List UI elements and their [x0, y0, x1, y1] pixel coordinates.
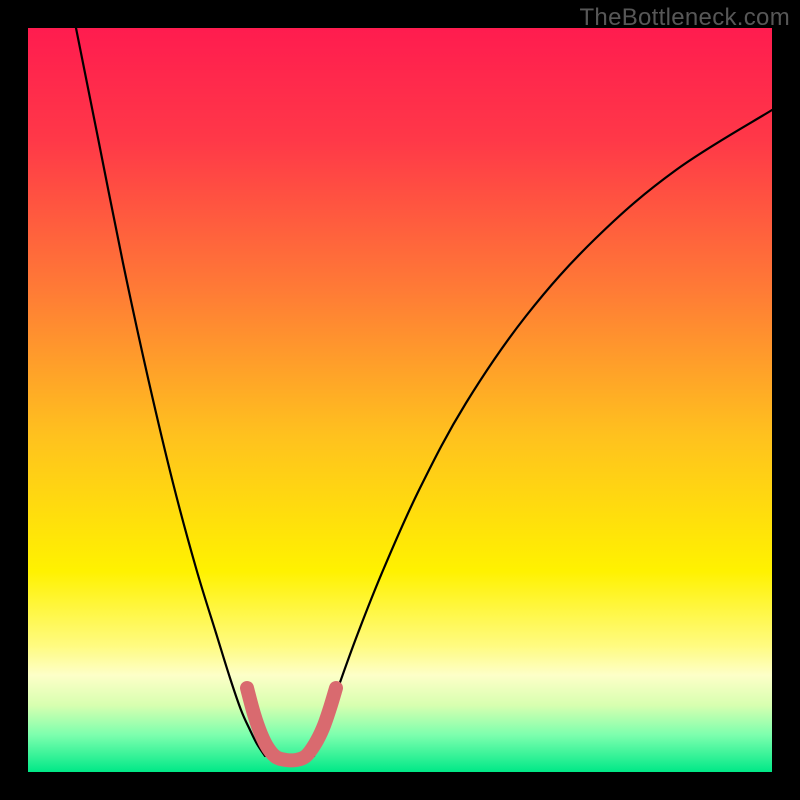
bottleneck-chart — [28, 28, 772, 772]
watermark-text: TheBottleneck.com — [579, 4, 790, 32]
chart-background — [28, 28, 772, 772]
chart-frame — [28, 28, 772, 772]
